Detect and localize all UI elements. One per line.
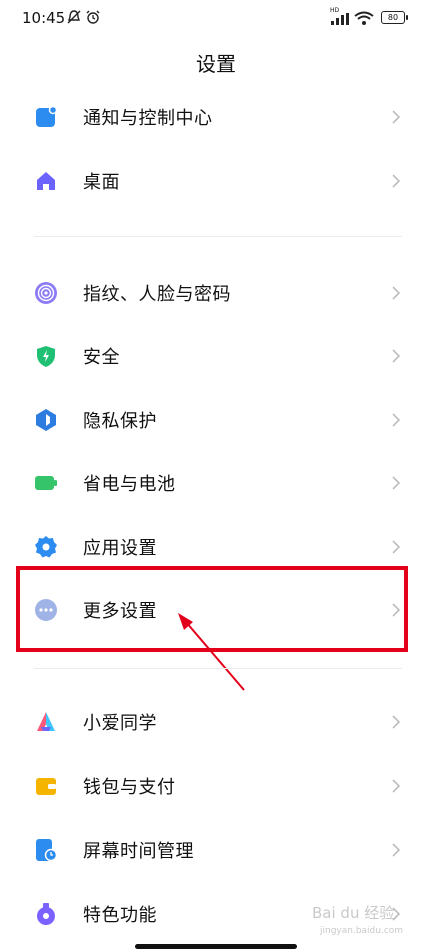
settings-item-notifications[interactable]: 通知与控制中心 xyxy=(0,85,432,149)
fingerprint-icon xyxy=(35,282,57,304)
settings-item-label: 省电与电池 xyxy=(83,474,176,495)
shield-icon xyxy=(37,346,55,367)
chevron-right-icon xyxy=(392,174,401,188)
alarm-icon xyxy=(86,10,100,24)
chevron-right-icon xyxy=(392,286,401,300)
watermark: Bai du 经验 xyxy=(312,904,395,922)
xiaoai-icon xyxy=(37,712,55,731)
battery-indicator: 80 xyxy=(381,11,408,24)
chevron-right-icon xyxy=(392,110,401,124)
wallet-icon xyxy=(36,778,56,795)
watermark-url: jingyan.baidu.com xyxy=(320,926,404,936)
settings-item-label: 桌面 xyxy=(83,172,120,193)
gear-icon xyxy=(35,536,57,558)
page-title: 设置 xyxy=(196,52,236,76)
chevron-right-icon xyxy=(392,715,401,729)
chevron-right-icon xyxy=(392,476,401,490)
wifi-icon xyxy=(354,11,374,25)
settings-item-label: 通知与控制中心 xyxy=(83,108,213,129)
privacy-icon xyxy=(36,409,56,431)
settings-item-screen-time[interactable]: 屏幕时间管理 xyxy=(0,818,432,882)
settings-item-privacy[interactable]: 隐私保护 xyxy=(0,388,432,452)
settings-item-label: 安全 xyxy=(83,347,120,368)
signal-icon xyxy=(331,13,349,25)
settings-item-xiaoai[interactable]: 小爱同学 xyxy=(0,690,432,754)
settings-item-label: 应用设置 xyxy=(83,538,157,559)
feature-icon xyxy=(37,903,55,925)
settings-item-label: 钱包与支付 xyxy=(83,777,176,798)
settings-item-wallet-payment[interactable]: 钱包与支付 xyxy=(0,754,432,818)
status-time: 10:45 xyxy=(22,9,66,27)
chevron-right-icon xyxy=(392,779,401,793)
settings-item-label: 隐私保护 xyxy=(83,411,157,432)
home-icon xyxy=(37,172,55,190)
settings-item-label: 特色功能 xyxy=(83,905,157,926)
settings-item-security[interactable]: 安全 xyxy=(0,324,432,388)
divider xyxy=(34,236,402,237)
settings-item-label: 小爱同学 xyxy=(83,713,157,734)
battery-icon xyxy=(35,476,57,490)
chevron-right-icon xyxy=(392,349,401,363)
settings-item-battery[interactable]: 省电与电池 xyxy=(0,451,432,515)
mute-icon xyxy=(67,10,81,24)
settings-item-label: 指纹、人脸与密码 xyxy=(83,284,231,305)
status-bar: 10:45 HD 80 xyxy=(0,0,432,38)
chevron-right-icon xyxy=(392,540,401,554)
screen-time-icon xyxy=(36,839,58,862)
notification-icon xyxy=(36,105,58,127)
highlight-box xyxy=(16,566,408,652)
chevron-right-icon xyxy=(392,843,401,857)
settings-item-fingerprint-face-password[interactable]: 指纹、人脸与密码 xyxy=(0,261,432,325)
settings-item-desktop[interactable]: 桌面 xyxy=(0,149,432,213)
home-indicator[interactable] xyxy=(135,944,297,949)
divider xyxy=(34,668,402,669)
settings-item-label: 屏幕时间管理 xyxy=(83,841,194,862)
chevron-right-icon xyxy=(392,413,401,427)
